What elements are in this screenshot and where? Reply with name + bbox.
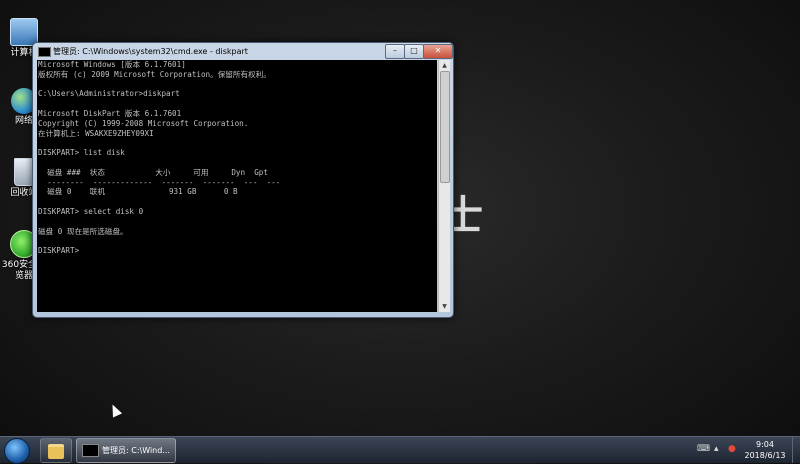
- tray-network-icon[interactable]: ●: [728, 444, 736, 454]
- tray-keyboard-icon[interactable]: ⌨: [697, 444, 710, 454]
- console-line: 版权所有 (c) 2009 Microsoft Corporation。保留所有…: [38, 69, 271, 79]
- console-scrollbar[interactable]: ▲ ▼: [438, 60, 450, 312]
- console-line: 磁盘 ### 状态 大小 可用 Dyn Gpt: [38, 167, 268, 177]
- console-line: 磁盘 0 现在是所选磁盘。: [38, 226, 128, 236]
- console-line: DISKPART> list disk: [38, 148, 125, 158]
- cmd-icon: [38, 47, 51, 57]
- maximize-button[interactable]: □: [404, 44, 424, 59]
- start-button[interactable]: [4, 438, 30, 464]
- taskbar-clock[interactable]: 9:04 2018/6/13: [740, 439, 790, 461]
- console-line: 在计算机上: WSAKXE9ZHEY09XI: [38, 128, 154, 138]
- console-line: DISKPART> select disk 0: [38, 206, 144, 216]
- window-title: 管理员: C:\Windows\system32\cmd.exe - diskp…: [53, 47, 248, 56]
- clock-date: 2018/6/13: [744, 451, 786, 460]
- console-line: -------- ------------- ------- ------- -…: [38, 177, 281, 187]
- console-line: Microsoft Windows [版本 6.1.7601]: [38, 60, 186, 69]
- taskbar-cmd-button[interactable]: 管理员: C:\Wind...: [76, 438, 176, 463]
- taskbar: 管理员: C:\Wind... ⌨ ▴ ● 9:04 2018/6/13: [0, 436, 800, 464]
- close-button[interactable]: ✕: [423, 44, 453, 59]
- window-titlebar[interactable]: 管理员: C:\Windows\system32\cmd.exe - diskp…: [33, 43, 453, 59]
- console-line: 磁盘 0 联机 931 GB 0 B: [38, 187, 238, 197]
- clock-time: 9:04: [756, 440, 774, 449]
- scroll-thumb[interactable]: [440, 71, 450, 183]
- console-line: Microsoft DiskPart 版本 6.1.7601: [38, 108, 182, 118]
- console-line: DISKPART>: [38, 246, 80, 256]
- taskbar-explorer-button[interactable]: [40, 438, 72, 463]
- console-line: Copyright (C) 1999-2008 Microsoft Corpor…: [38, 118, 249, 128]
- tray-show-hidden-icon[interactable]: ▴: [714, 444, 719, 454]
- scroll-up-icon[interactable]: ▲: [440, 61, 449, 70]
- recycle-bin-icon: [14, 158, 34, 186]
- cmd-icon: [82, 444, 99, 457]
- show-desktop-button[interactable]: [792, 437, 800, 463]
- console-output[interactable]: Microsoft Windows [版本 6.1.7601] 版权所有 (c) …: [37, 60, 437, 312]
- console-line: C:\Users\Administrator>diskpart: [38, 89, 180, 99]
- scroll-down-icon[interactable]: ▼: [440, 302, 449, 311]
- minimize-button[interactable]: –: [385, 44, 405, 59]
- cmd-window[interactable]: 管理员: C:\Windows\system32\cmd.exe - diskp…: [32, 42, 454, 318]
- taskbar-cmd-label: 管理员: C:\Wind...: [102, 446, 170, 455]
- folder-icon: [48, 444, 64, 459]
